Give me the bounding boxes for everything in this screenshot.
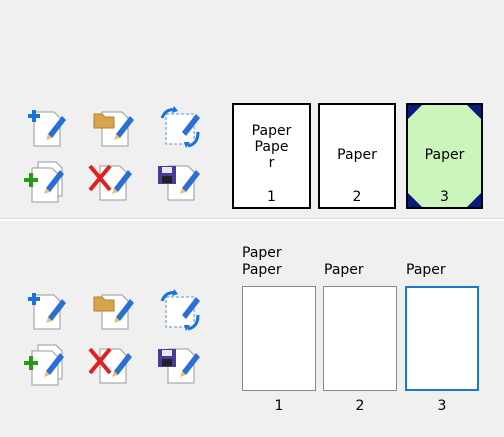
page-label-line: r [268,155,275,171]
page-label-line: Pape [254,139,289,155]
page-number: 1 [274,398,284,414]
save-document-button[interactable] [156,158,204,206]
page-thumbnail-2[interactable] [323,286,397,391]
selection-corner-marker [467,105,481,119]
save-document-button[interactable] [156,341,204,389]
page-thumbnail-3-selected[interactable] [405,286,479,391]
open-document-button[interactable] [90,287,138,335]
page-thumbnail-1[interactable]: Paper Pape r 1 [232,103,311,209]
open-folder-icon [93,111,134,147]
page-label-line: Paper [251,123,292,139]
page-label-line: Paper [242,245,282,261]
duplicate-document-icon [24,161,64,203]
new-document-icon [28,293,66,330]
delete-document-icon [88,164,132,201]
page-thumbnail-2[interactable]: Paper 2 [318,103,396,209]
open-document-button[interactable] [90,104,138,152]
page-label-line: Paper [424,147,465,163]
rotate-page-icon [160,106,200,148]
rotate-page-button[interactable] [156,104,204,152]
page-number: 2 [355,398,365,414]
save-document-icon [158,348,200,384]
new-document-button[interactable] [22,287,70,335]
rotate-page-icon [160,289,200,331]
open-folder-icon [93,294,134,330]
page-label-line: Paper [242,262,282,278]
page-thumbnail-3-selected[interactable]: Paper 3 [406,103,483,209]
delete-document-button[interactable] [88,341,136,389]
new-document-icon [28,110,66,147]
page-label-line: Paper [406,262,446,278]
save-document-icon [158,165,200,201]
duplicate-document-button[interactable] [22,341,70,389]
duplicate-document-icon [24,344,64,386]
page-thumbnail-1[interactable] [242,286,316,391]
page-number: 1 [267,189,276,205]
selection-corner-marker [408,105,422,119]
page-label-line: Paper [324,262,364,278]
page-number: 3 [437,398,447,414]
delete-document-icon [88,347,132,384]
page-label-line: Paper [337,147,377,163]
new-document-button[interactable] [22,104,70,152]
duplicate-document-button[interactable] [22,158,70,206]
delete-document-button[interactable] [88,158,136,206]
page-layout-panel-top: Paper Pape r 1 Paper 2 Paper 3 [0,0,504,218]
page-number: 2 [352,189,362,205]
rotate-page-button[interactable] [156,287,204,335]
page-number: 3 [440,189,449,205]
